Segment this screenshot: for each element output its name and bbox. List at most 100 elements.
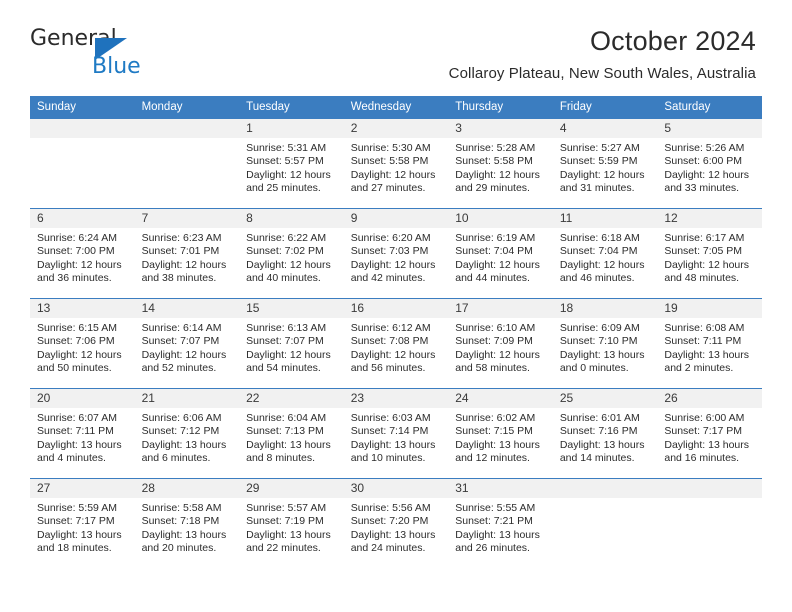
day-number: 12 <box>657 209 762 229</box>
calendar-day-cell[interactable]: 23 Sunrise: 6:03 AM Sunset: 7:14 PM Dayligh… <box>343 388 449 479</box>
day-details: Sunrise: 5:31 AM Sunset: 5:57 PM Daylight:… <box>239 138 344 195</box>
day-cell-inner <box>30 119 135 208</box>
daylight-text-line2: and 40 minutes. <box>246 271 321 284</box>
sunrise-text: Sunrise: 6:03 AM <box>350 412 431 425</box>
day-number: 24 <box>448 389 553 409</box>
sunrise-text: Sunrise: 6:13 AM <box>246 322 327 335</box>
calendar-day-cell[interactable]: 14 Sunrise: 6:14 AM Sunset: 7:07 PM Dayligh… <box>134 298 240 389</box>
calendar-day-cell[interactable]: 13 Sunrise: 6:15 AM Sunset: 7:06 PM Dayligh… <box>30 298 135 389</box>
day-number: 21 <box>134 389 240 409</box>
calendar-day-cell[interactable]: 16 Sunrise: 6:12 AM Sunset: 7:08 PM Dayligh… <box>343 298 449 389</box>
calendar-week-row: 6 Sunrise: 6:24 AM Sunset: 7:00 PM Daylight… <box>30 208 762 299</box>
calendar-day-cell[interactable]: 1 Sunrise: 5:31 AM Sunset: 5:57 PM Daylight… <box>239 118 344 209</box>
calendar-day-cell[interactable]: 28 Sunrise: 5:58 AM Sunset: 7:18 PM Dayligh… <box>134 478 240 569</box>
sunrise-text: Sunrise: 6:14 AM <box>141 322 222 335</box>
sunset-text: Sunset: 7:17 PM <box>664 425 743 438</box>
calendar-day-cell[interactable]: 6 Sunrise: 6:24 AM Sunset: 7:00 PM Daylight… <box>30 208 135 299</box>
day-cell-inner: 10 Sunrise: 6:19 AM Sunset: 7:04 PM Dayligh… <box>448 209 553 298</box>
calendar-week-row: 13 Sunrise: 6:15 AM Sunset: 7:06 PM Dayligh… <box>30 298 762 389</box>
daylight-text-line1: Daylight: 12 hours <box>37 348 122 361</box>
general-blue-logo[interactable]: General Blue <box>30 26 150 79</box>
calendar-day-cell[interactable]: 22 Sunrise: 6:04 AM Sunset: 7:13 PM Dayligh… <box>239 388 344 479</box>
day-cell-inner: 27 Sunrise: 5:59 AM Sunset: 7:17 PM Dayligh… <box>30 479 135 568</box>
calendar-day-cell[interactable]: 15 Sunrise: 6:13 AM Sunset: 7:07 PM Dayligh… <box>239 298 344 389</box>
calendar-day-cell[interactable]: 5 Sunrise: 5:26 AM Sunset: 6:00 PM Daylight… <box>657 118 762 209</box>
day-number: 23 <box>343 389 449 409</box>
calendar-day-cell[interactable]: 25 Sunrise: 6:01 AM Sunset: 7:16 PM Dayligh… <box>552 388 658 479</box>
day-cell-inner: 16 Sunrise: 6:12 AM Sunset: 7:08 PM Dayligh… <box>343 299 449 388</box>
daylight-text-line2: and 6 minutes. <box>141 451 211 464</box>
day-cell-inner: 8 Sunrise: 6:22 AM Sunset: 7:02 PM Daylight… <box>239 209 344 298</box>
daylight-text-line2: and 42 minutes. <box>350 271 426 284</box>
calendar-day-cell[interactable]: 18 Sunrise: 6:09 AM Sunset: 7:10 PM Dayligh… <box>552 298 658 389</box>
daylight-text-line1: Daylight: 12 hours <box>246 258 331 271</box>
page-header: General Blue October 2024 Collaroy Plate… <box>0 0 792 82</box>
day-details: Sunrise: 6:12 AM Sunset: 7:08 PM Daylight:… <box>344 318 449 375</box>
sunset-text: Sunset: 7:21 PM <box>455 515 533 528</box>
daylight-text-line2: and 2 minutes. <box>664 361 734 374</box>
calendar-page: General Blue October 2024 Collaroy Plate… <box>0 0 792 612</box>
daylight-text-line2: and 58 minutes. <box>455 361 530 374</box>
calendar-day-cell[interactable]: 31 Sunrise: 5:55 AM Sunset: 7:21 PM Dayligh… <box>448 478 553 569</box>
day-number: 4 <box>552 119 658 139</box>
daylight-text-line2: and 33 minutes. <box>664 181 740 194</box>
day-cell-inner: 21 Sunrise: 6:06 AM Sunset: 7:12 PM Dayligh… <box>134 389 240 478</box>
calendar-day-cell[interactable]: 21 Sunrise: 6:06 AM Sunset: 7:12 PM Dayligh… <box>134 388 240 479</box>
calendar-day-cell[interactable]: 11 Sunrise: 6:18 AM Sunset: 7:04 PM Dayligh… <box>552 208 658 299</box>
day-cell-inner: 9 Sunrise: 6:20 AM Sunset: 7:03 PM Daylight… <box>343 209 449 298</box>
sunset-text: Sunset: 5:59 PM <box>559 155 638 168</box>
calendar-day-cell[interactable]: 10 Sunrise: 6:19 AM Sunset: 7:04 PM Dayligh… <box>448 208 553 299</box>
sunset-text: Sunset: 7:07 PM <box>141 335 220 348</box>
calendar-day-cell-empty <box>30 118 135 209</box>
calendar-day-cell[interactable]: 29 Sunrise: 5:57 AM Sunset: 7:19 PM Dayligh… <box>239 478 344 569</box>
sunset-text: Sunset: 7:02 PM <box>246 245 324 258</box>
day-number: 16 <box>343 299 449 319</box>
daylight-text-line1: Daylight: 13 hours <box>141 528 227 541</box>
page-subtitle: Collaroy Plateau, New South Wales, Austr… <box>448 65 756 83</box>
daylight-text-line2: and 20 minutes. <box>141 541 217 554</box>
sunset-text: Sunset: 7:16 PM <box>559 425 638 438</box>
daylight-text-line2: and 29 minutes. <box>455 181 530 194</box>
calendar-day-cell[interactable]: 7 Sunrise: 6:23 AM Sunset: 7:01 PM Daylight… <box>134 208 240 299</box>
calendar-day-cell[interactable]: 9 Sunrise: 6:20 AM Sunset: 7:03 PM Daylight… <box>343 208 449 299</box>
calendar-day-cell[interactable]: 3 Sunrise: 5:28 AM Sunset: 5:58 PM Daylight… <box>448 118 553 209</box>
calendar-day-cell[interactable]: 26 Sunrise: 6:00 AM Sunset: 7:17 PM Dayligh… <box>657 388 762 479</box>
day-cell-inner <box>552 479 658 568</box>
sunset-text: Sunset: 7:04 PM <box>455 245 533 258</box>
daylight-text-line2: and 44 minutes. <box>455 271 530 284</box>
daylight-text-line2: and 24 minutes. <box>350 541 426 554</box>
calendar-day-cell[interactable]: 30 Sunrise: 5:56 AM Sunset: 7:20 PM Dayligh… <box>343 478 449 569</box>
daylight-text-line1: Daylight: 13 hours <box>246 438 331 451</box>
day-number: 8 <box>239 209 344 229</box>
daylight-text-line1: Daylight: 13 hours <box>350 528 436 541</box>
day-cell-inner: 22 Sunrise: 6:04 AM Sunset: 7:13 PM Dayligh… <box>239 389 344 478</box>
daylight-text-line1: Daylight: 12 hours <box>141 258 227 271</box>
calendar-day-cell[interactable]: 8 Sunrise: 6:22 AM Sunset: 7:02 PM Daylight… <box>239 208 344 299</box>
daylight-text-line1: Daylight: 12 hours <box>455 258 540 271</box>
day-cell-inner: 25 Sunrise: 6:01 AM Sunset: 7:16 PM Dayligh… <box>552 389 658 478</box>
calendar-week-row: 1 Sunrise: 5:31 AM Sunset: 5:57 PM Daylight… <box>30 118 762 209</box>
calendar-day-cell[interactable]: 20 Sunrise: 6:07 AM Sunset: 7:11 PM Dayligh… <box>30 388 135 479</box>
calendar-day-cell[interactable]: 27 Sunrise: 5:59 AM Sunset: 7:17 PM Dayligh… <box>30 478 135 569</box>
daylight-text-line1: Daylight: 12 hours <box>350 348 436 361</box>
calendar-day-cell[interactable]: 4 Sunrise: 5:27 AM Sunset: 5:59 PM Daylight… <box>552 118 658 209</box>
sunrise-text: Sunrise: 6:06 AM <box>141 412 222 425</box>
day-details: Sunrise: 5:27 AM Sunset: 5:59 PM Daylight:… <box>553 138 658 195</box>
weekday-header-saturday: Saturday <box>657 96 762 119</box>
sunrise-text: Sunrise: 5:28 AM <box>455 142 536 155</box>
calendar-day-cell[interactable]: 2 Sunrise: 5:30 AM Sunset: 5:58 PM Daylight… <box>343 118 449 209</box>
sunset-text: Sunset: 7:01 PM <box>141 245 220 258</box>
sunset-text: Sunset: 7:17 PM <box>37 515 115 528</box>
calendar-day-cell[interactable]: 17 Sunrise: 6:10 AM Sunset: 7:09 PM Dayligh… <box>448 298 553 389</box>
calendar-day-cell[interactable]: 19 Sunrise: 6:08 AM Sunset: 7:11 PM Dayligh… <box>657 298 762 389</box>
calendar-day-cell[interactable]: 12 Sunrise: 6:17 AM Sunset: 7:05 PM Dayligh… <box>657 208 762 299</box>
sunrise-text: Sunrise: 6:07 AM <box>37 412 117 425</box>
day-cell-inner: 31 Sunrise: 5:55 AM Sunset: 7:21 PM Dayligh… <box>448 479 553 568</box>
daylight-text-line1: Daylight: 13 hours <box>246 528 331 541</box>
calendar-day-cell[interactable]: 24 Sunrise: 6:02 AM Sunset: 7:15 PM Dayligh… <box>448 388 553 479</box>
calendar-week-row: 20 Sunrise: 6:07 AM Sunset: 7:11 PM Dayligh… <box>30 388 762 479</box>
day-cell-inner: 11 Sunrise: 6:18 AM Sunset: 7:04 PM Dayligh… <box>552 209 658 298</box>
day-details: Sunrise: 5:57 AM Sunset: 7:19 PM Daylight:… <box>239 498 344 555</box>
day-details: Sunrise: 6:13 AM Sunset: 7:07 PM Daylight:… <box>239 318 344 375</box>
daylight-text-line2: and 10 minutes. <box>350 451 426 464</box>
